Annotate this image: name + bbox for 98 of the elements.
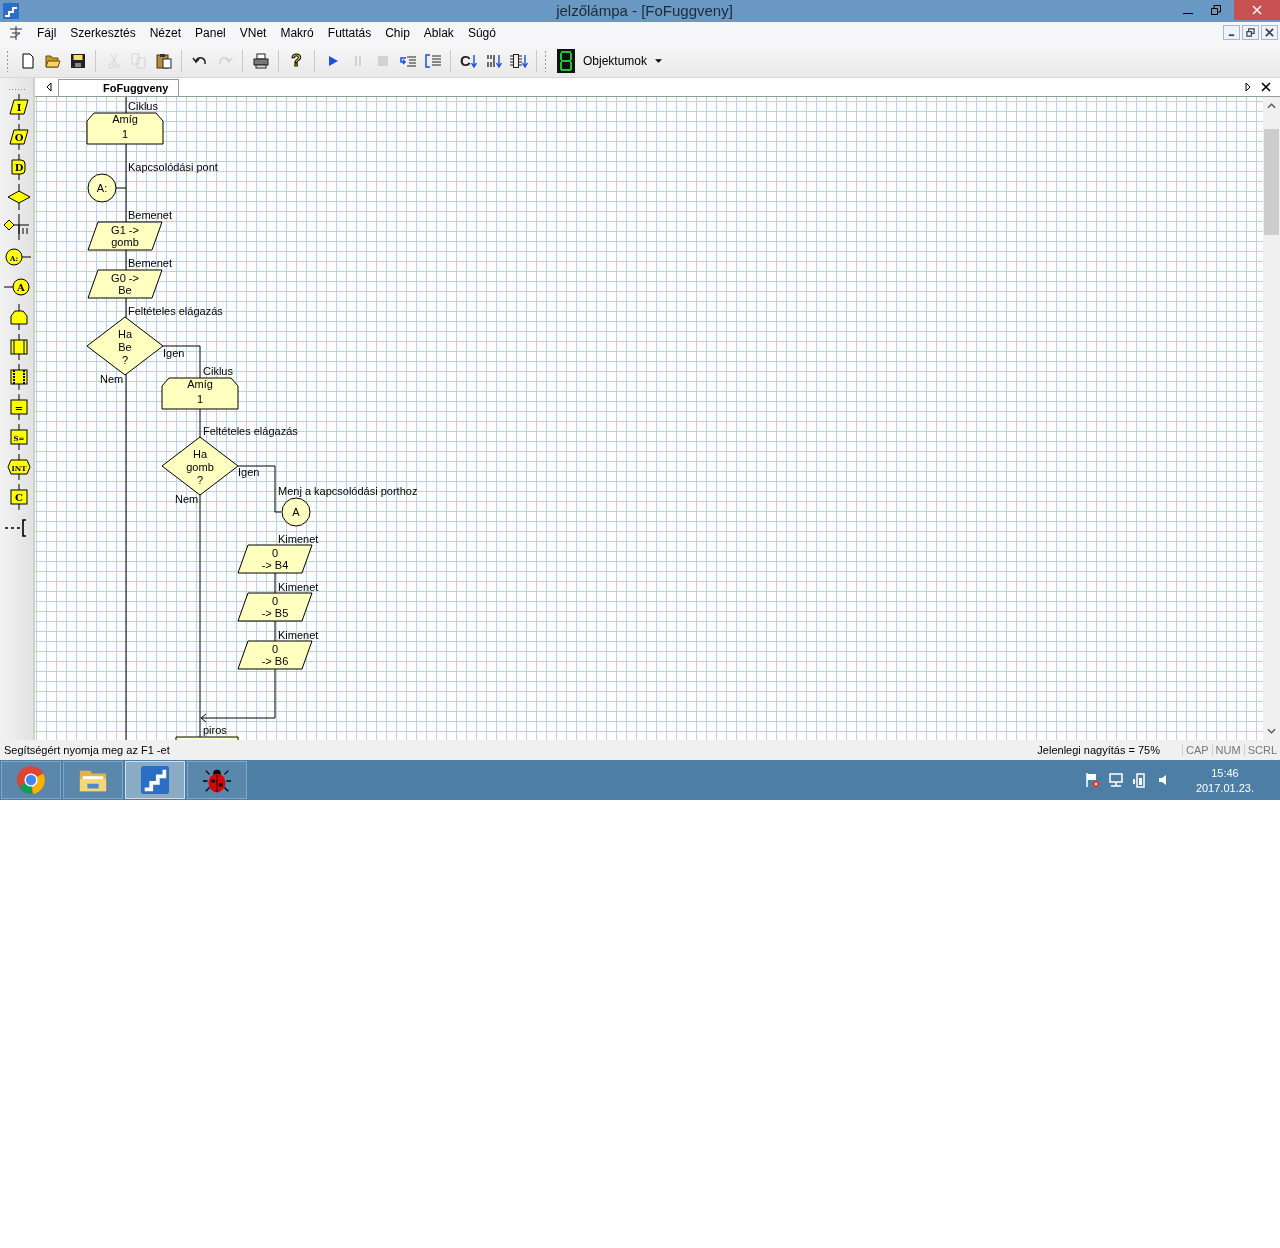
scroll-up-icon[interactable] bbox=[1267, 103, 1276, 110]
goto-tool[interactable]: A bbox=[1, 274, 32, 301]
scrollbar-thumb[interactable] bbox=[1264, 129, 1279, 236]
clock-date[interactable]: 2017.01.23. bbox=[1195, 781, 1254, 794]
folder-icon bbox=[44, 52, 61, 69]
block-label: Bemenet bbox=[128, 209, 173, 222]
step-over-icon bbox=[423, 52, 442, 69]
vertical-scrollbar[interactable] bbox=[1263, 97, 1280, 741]
scroll-left-icon[interactable] bbox=[45, 82, 53, 93]
flag-warning-icon[interactable] bbox=[1083, 772, 1100, 789]
menu-item[interactable]: Chip bbox=[378, 25, 417, 40]
switch-tool[interactable] bbox=[1, 214, 32, 241]
restore-icon bbox=[1211, 5, 1221, 15]
bits-down-arrow-icon bbox=[484, 52, 503, 69]
battery-icon[interactable] bbox=[1131, 772, 1148, 789]
flow-line bbox=[274, 572, 276, 594]
copy-icon bbox=[130, 52, 147, 69]
block-label: Kimenet bbox=[278, 629, 319, 642]
stairs-icon bbox=[140, 765, 170, 796]
down-arrow-icon bbox=[470, 53, 477, 68]
loop-block[interactable] bbox=[175, 736, 239, 741]
close-icon bbox=[1265, 28, 1274, 38]
scroll-down-icon[interactable] bbox=[1267, 728, 1276, 735]
goto-point[interactable]: A bbox=[281, 497, 311, 527]
decision-block[interactable]: Ha Be ? bbox=[86, 316, 164, 376]
clock-time[interactable]: 15:46 bbox=[1211, 766, 1239, 779]
block-label: Kimenet bbox=[278, 533, 319, 546]
document-minimize-button[interactable] bbox=[1223, 25, 1240, 41]
folder-taskbar-button[interactable] bbox=[63, 761, 123, 800]
browser-icon bbox=[16, 765, 46, 796]
calculation-tool[interactable]: = bbox=[1, 394, 32, 421]
scissors-icon bbox=[105, 52, 122, 69]
loop-block[interactable]: Amíg 1 bbox=[86, 112, 164, 145]
caret-icon bbox=[655, 58, 663, 63]
decision-block[interactable]: Ha gomb ? bbox=[161, 436, 239, 496]
clipboard-icon bbox=[155, 52, 172, 69]
help-button[interactable]: ? bbox=[284, 48, 309, 73]
branch-label: Nem bbox=[175, 493, 199, 506]
output-tool[interactable]: O bbox=[1, 124, 32, 151]
menu-item[interactable]: Ablak bbox=[416, 25, 461, 40]
connector-point[interactable]: A: bbox=[87, 173, 117, 203]
printer-icon bbox=[252, 52, 269, 69]
block-label: Menj a kapcsolódási porthoz bbox=[278, 485, 418, 498]
close-icon[interactable] bbox=[1261, 82, 1271, 93]
seven-segment-icon bbox=[557, 48, 575, 73]
zoom-level: Jelenlegi nagyítás = 75% bbox=[1037, 744, 1160, 757]
restore-icon bbox=[1246, 28, 1255, 38]
menu-item[interactable]: Makró bbox=[273, 25, 321, 40]
document-tab[interactable]: FoFuggveny bbox=[58, 79, 180, 97]
input-block[interactable]: G0 -> Be bbox=[87, 269, 163, 299]
output-block[interactable]: 0 -> B6 bbox=[237, 640, 313, 670]
document-close-button[interactable] bbox=[1261, 25, 1278, 41]
input-tool[interactable]: I bbox=[1, 94, 32, 121]
close-icon bbox=[1252, 5, 1262, 15]
document-restore-button[interactable] bbox=[1242, 25, 1259, 41]
flow-line bbox=[274, 620, 276, 642]
key-indicator: NUM bbox=[1211, 744, 1244, 757]
menu-item[interactable]: Szerkesztés bbox=[63, 25, 143, 40]
block-label: Ciklus bbox=[128, 100, 158, 113]
menu-item[interactable]: Panel bbox=[188, 25, 233, 40]
code-tool[interactable]: C bbox=[1, 484, 32, 511]
menu-item[interactable]: Futtatás bbox=[320, 25, 379, 40]
minimize-icon bbox=[1183, 12, 1193, 15]
window-title: jelzőlámpa - [FoFuggveny] bbox=[555, 2, 734, 20]
block-label: Bemenet bbox=[128, 257, 173, 270]
branch-label: Nem bbox=[100, 373, 124, 386]
loop-block[interactable]: Amíg 1 bbox=[161, 377, 239, 410]
key-indicator: CAP bbox=[1181, 744, 1212, 757]
output-block[interactable]: 0 -> B5 bbox=[237, 592, 313, 622]
flowchart-app-taskbar-button[interactable] bbox=[125, 761, 185, 800]
menu-item[interactable]: Fájl bbox=[30, 25, 64, 40]
bug-taskbar-button[interactable] bbox=[187, 761, 247, 800]
blank-page-icon bbox=[19, 52, 36, 69]
chip-down-arrow-icon bbox=[508, 52, 529, 69]
flow-line bbox=[162, 345, 201, 379]
input-block[interactable]: G1 -> gomb bbox=[87, 221, 163, 251]
menu-item[interactable]: VNet bbox=[232, 25, 274, 40]
block-label: Kimenet bbox=[278, 581, 319, 594]
block-label: Feltételes elágazás bbox=[128, 305, 223, 318]
flowchart-document-icon[interactable] bbox=[8, 24, 24, 41]
app-icon bbox=[3, 2, 19, 19]
block-label: Feltételes elágazás bbox=[203, 425, 298, 438]
block-label: Ciklus bbox=[203, 365, 233, 378]
delay-tool[interactable]: D bbox=[1, 154, 32, 181]
menu-item[interactable]: Nézet bbox=[142, 25, 189, 40]
branch-label: Igen bbox=[163, 347, 185, 360]
key-indicator: SCRL bbox=[1243, 744, 1280, 757]
menu-item[interactable]: Súgó bbox=[460, 25, 503, 40]
status-hint: Segítségért nyomja meg az F1 -et bbox=[4, 744, 171, 757]
block-label: piros bbox=[203, 724, 227, 737]
code-down-button[interactable]: C bbox=[456, 48, 481, 73]
browser-taskbar-button[interactable] bbox=[1, 761, 61, 800]
scroll-right-icon[interactable] bbox=[1244, 82, 1252, 93]
output-block[interactable]: 0 -> B4 bbox=[237, 544, 313, 574]
objects-dropdown[interactable]: Objektumok bbox=[553, 46, 671, 75]
branch-label: Igen bbox=[238, 466, 260, 479]
network-icon[interactable] bbox=[1107, 772, 1124, 789]
block-label: Kapcsolódási pont bbox=[128, 161, 218, 174]
